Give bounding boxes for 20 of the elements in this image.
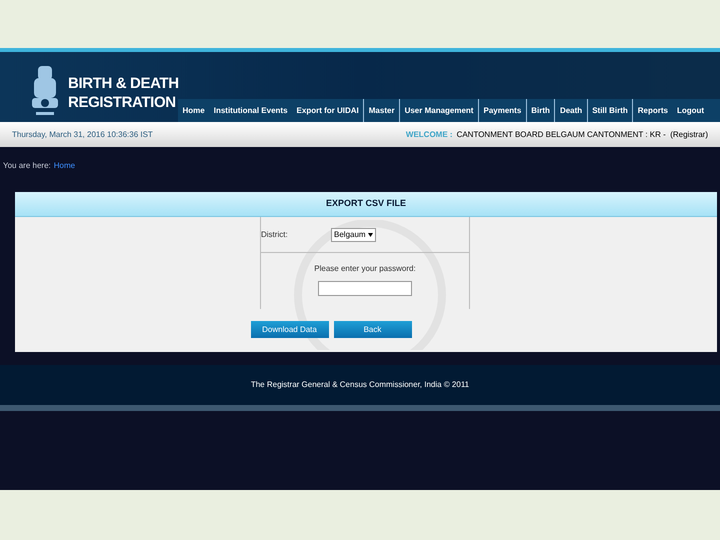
district-dropdown[interactable]: Belgaum	[331, 228, 376, 242]
district-label: District:	[261, 228, 289, 240]
footer-text: The Registrar General & Census Commissioner, India © 2011	[250, 379, 470, 391]
welcome-user: CANTONMENT BOARD BELGAUM CANTONMENT : KR - (Registrar)	[456, 128, 708, 140]
date-time: Thursday, March 31, 2016 10:36:36 IST	[12, 128, 153, 140]
breadcrumb-label: You are here:	[3, 160, 51, 172]
site-title: REGISTRATION	[68, 93, 177, 112]
site-title: BIRTH & DEATH	[68, 74, 179, 93]
welcome-label: WELCOME :	[406, 128, 453, 140]
nav-link[interactable]: Export for UIDAI	[292, 99, 364, 122]
nav-link[interactable]: Logout	[672, 99, 709, 122]
panel-title: EXPORT CSV FILE	[326, 197, 406, 210]
action-button[interactable]: Download Data	[250, 321, 328, 338]
password-field[interactable]	[318, 281, 412, 296]
action-button[interactable]: Back	[334, 321, 412, 338]
nav-link[interactable]: Institutional Events	[209, 99, 292, 122]
caret-icon	[368, 232, 373, 236]
nav-link[interactable]: Home	[178, 99, 210, 122]
password-label: Please enter your password:	[314, 263, 416, 275]
breadcrumb-link[interactable]: Home	[54, 160, 76, 172]
